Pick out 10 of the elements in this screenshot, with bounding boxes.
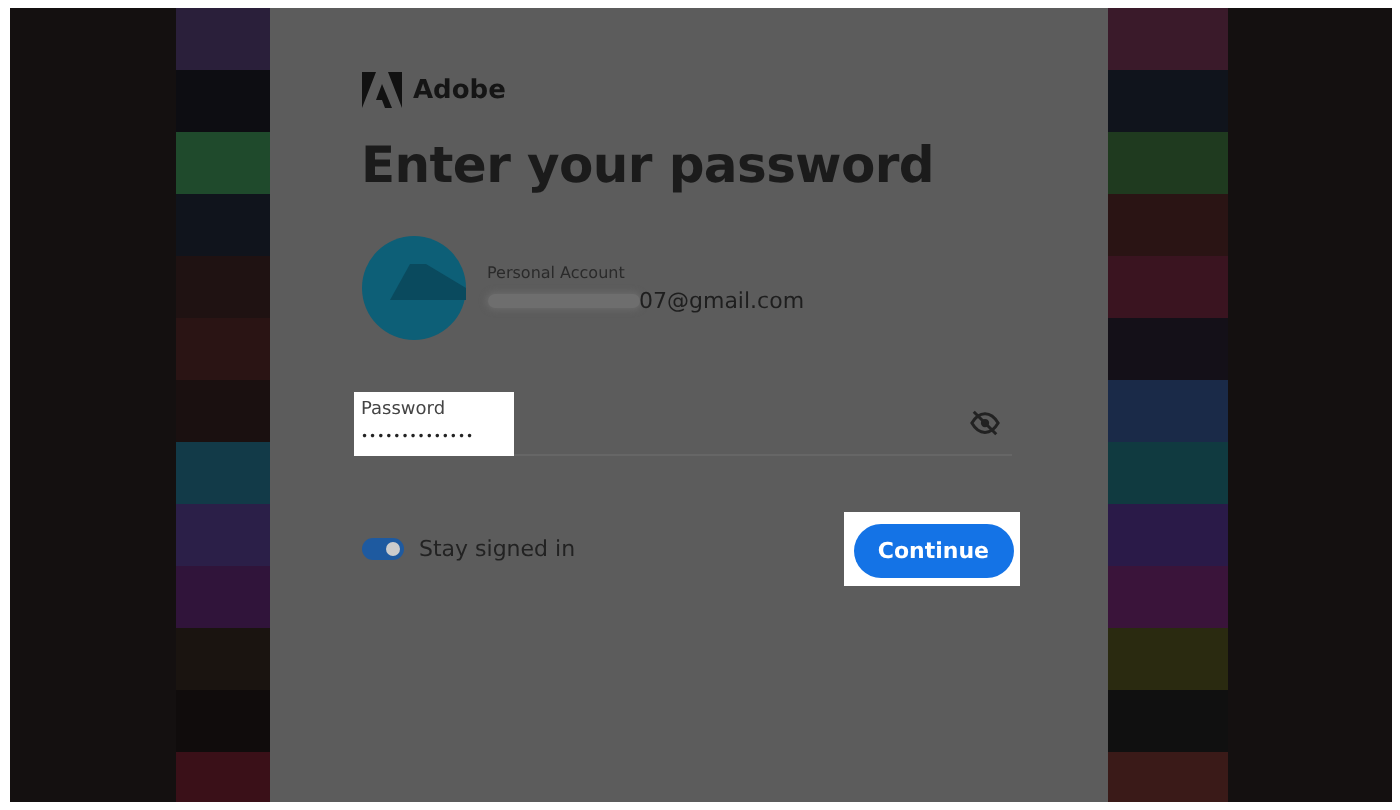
avatar-icon: [361, 236, 465, 340]
toggle-label: Stay signed in: [419, 536, 576, 562]
page-title: Enter your password: [361, 134, 936, 198]
hidden-eye-icon[interactable]: [969, 408, 999, 438]
continue-button[interactable]: Continue: [853, 524, 1013, 578]
field-label: Password: [361, 400, 448, 420]
account-email: 07@gmail.com: [639, 287, 805, 313]
toggle-switch[interactable]: [361, 538, 403, 560]
logo-icon: [361, 72, 401, 108]
brand-name: Adobe: [413, 75, 506, 105]
